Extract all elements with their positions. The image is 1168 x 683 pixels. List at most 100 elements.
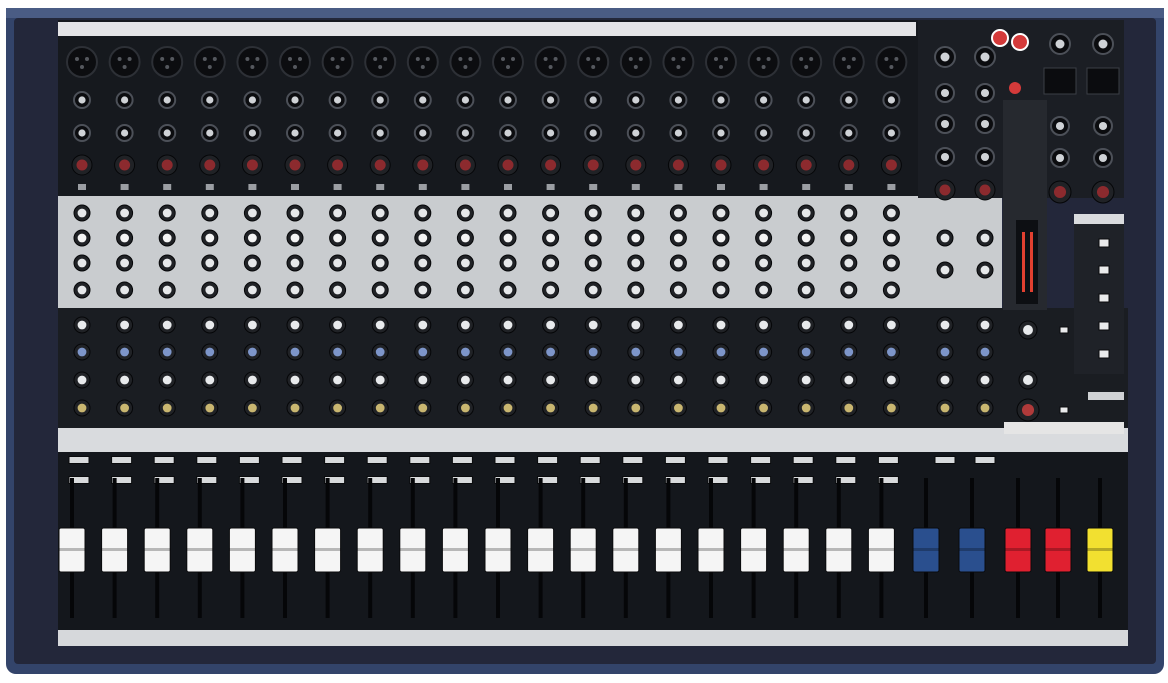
pad-switch	[461, 184, 470, 190]
xlr-input-icon	[832, 46, 865, 78]
hf-eq-knob	[499, 204, 517, 222]
lo-mid-eq-knob	[243, 254, 261, 272]
lf-eq-knob	[712, 281, 730, 299]
master-label-plate	[1004, 422, 1124, 434]
hi-mid-eq-knob	[669, 229, 687, 247]
xlr-input-icon	[151, 46, 184, 78]
hf-eq-knob	[243, 204, 261, 222]
pan-knob	[840, 399, 858, 417]
lo-mid-eq-knob	[329, 254, 347, 272]
aux-1-knob	[243, 316, 261, 334]
aux-2-knob	[584, 343, 602, 361]
fx-send-knob	[712, 371, 730, 389]
xlr-input-icon	[662, 46, 695, 78]
pad-switch	[163, 184, 172, 190]
xlr-input-icon	[534, 46, 567, 78]
mute-button	[153, 456, 175, 464]
pad-switch	[120, 184, 129, 190]
aux-1-knob	[371, 316, 389, 334]
fx-send-knob	[158, 371, 176, 389]
master-switch	[1059, 326, 1069, 334]
aux-2-knob	[456, 343, 474, 361]
lf-eq-knob	[584, 281, 602, 299]
stereo-gain-knob	[934, 179, 956, 201]
mute-button	[68, 456, 90, 464]
pan-knob	[73, 399, 91, 417]
lf-eq-knob	[627, 281, 645, 299]
lf-eq-knob	[499, 281, 517, 299]
insert-jack-icon	[243, 124, 262, 142]
gain-knob	[412, 154, 434, 176]
xlr-input-icon	[193, 46, 226, 78]
master-select-button	[1098, 321, 1110, 331]
gain-knob	[114, 154, 136, 176]
stereo-eq-knob	[936, 261, 954, 279]
insert-jack-icon	[73, 124, 91, 142]
stereo-aux-knob	[936, 343, 954, 361]
line-input-jack-icon	[882, 91, 901, 109]
insert-jack-icon	[115, 124, 134, 142]
line-input-jack-icon	[243, 91, 262, 109]
line-input-jack-icon	[158, 91, 177, 109]
hi-mid-eq-knob	[755, 229, 773, 247]
rca-input-icon	[1011, 33, 1029, 51]
fx-send-knob	[542, 371, 560, 389]
fx-send-knob	[584, 371, 602, 389]
stereo-aux-knob	[936, 371, 954, 389]
pad-switch	[717, 184, 725, 190]
hf-eq-knob	[755, 204, 773, 222]
xlr-input-icon	[577, 46, 610, 78]
pan-knob	[712, 399, 730, 417]
stereo-input-jack-icon	[975, 114, 995, 134]
gain-knob	[582, 154, 604, 176]
mute-button	[451, 456, 473, 464]
lo-mid-eq-knob	[286, 254, 304, 272]
aux-1-knob	[755, 316, 773, 334]
aux-1-knob	[73, 316, 91, 334]
aux-2-knob	[243, 343, 261, 361]
lf-eq-knob	[286, 281, 304, 299]
insert-jack-icon	[541, 124, 560, 142]
pan-knob	[414, 399, 432, 417]
line-input-jack-icon	[200, 91, 219, 109]
hi-mid-eq-knob	[797, 229, 815, 247]
lf-eq-knob	[116, 281, 134, 299]
lo-mid-eq-knob	[712, 254, 730, 272]
gain-knob	[753, 154, 775, 176]
lo-mid-eq-knob	[840, 254, 858, 272]
line-input-jack-icon	[754, 91, 773, 109]
aux-1-knob	[542, 316, 560, 334]
pad-switch	[631, 184, 640, 190]
hf-eq-knob	[73, 204, 91, 222]
rca-output-icon	[1009, 82, 1021, 94]
gain-knob	[795, 154, 817, 176]
lo-mid-eq-knob	[414, 254, 432, 272]
insert-jack-icon	[584, 124, 603, 142]
mute-button	[792, 456, 814, 464]
xlr-output-icon	[1086, 67, 1120, 95]
pan-knob	[329, 399, 347, 417]
stereo-aux-knob	[936, 316, 954, 334]
gain-knob	[454, 154, 476, 176]
master-level-knob	[1016, 398, 1040, 422]
mute-button	[579, 456, 601, 464]
stereo-aux-knob	[976, 371, 994, 389]
stereo-eq-knob	[976, 261, 994, 279]
fx-send-knob	[116, 371, 134, 389]
mixing-console	[6, 8, 1164, 674]
fx-send-knob	[201, 371, 219, 389]
pan-knob	[243, 399, 261, 417]
lf-eq-knob	[797, 281, 815, 299]
hf-eq-knob	[542, 204, 560, 222]
lo-mid-eq-knob	[882, 254, 900, 272]
lf-eq-knob	[329, 281, 347, 299]
line-input-jack-icon	[797, 91, 816, 109]
master-select-button	[1098, 349, 1110, 359]
gain-knob	[710, 154, 732, 176]
xlr-input-icon	[492, 46, 524, 78]
fx-send-knob	[286, 371, 304, 389]
gain-knob	[284, 154, 306, 176]
stereo-aux-knob	[976, 316, 994, 334]
line-input-jack-icon	[712, 91, 730, 109]
xlr-input-icon	[875, 46, 908, 78]
